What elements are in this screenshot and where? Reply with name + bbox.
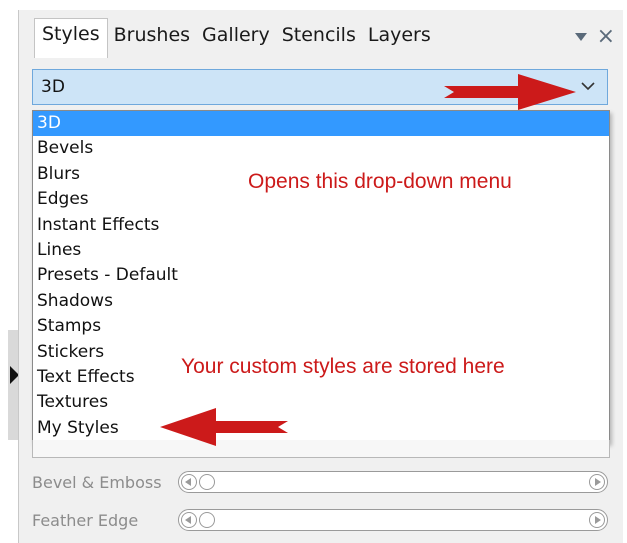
panel-controls: × [574, 26, 615, 48]
chevron-down-icon[interactable] [579, 78, 597, 94]
slider-thumb[interactable] [199, 474, 215, 490]
red-arrow-icon [160, 408, 288, 446]
tab-brushes[interactable]: Brushes [108, 20, 196, 58]
slider-increase-icon[interactable] [589, 512, 605, 528]
panel-left-edge [0, 0, 19, 543]
dropdown-option-lines[interactable]: Lines [33, 238, 609, 263]
red-arrow-icon [444, 74, 576, 110]
slider-label: Feather Edge [32, 510, 139, 530]
tab-gallery[interactable]: Gallery [196, 20, 276, 58]
slider-decrease-icon[interactable] [181, 474, 197, 490]
slider-increase-icon[interactable] [589, 474, 605, 490]
tab-layers[interactable]: Layers [362, 20, 437, 58]
slider-thumb[interactable] [199, 512, 215, 528]
dropdown-option-stamps[interactable]: Stamps [33, 314, 609, 339]
annotation-opens-menu: Opens this drop-down menu [248, 170, 512, 193]
dropdown-option-bevels[interactable]: Bevels [33, 136, 609, 161]
slider-track[interactable] [178, 471, 608, 493]
slider-row-bevel-emboss: Bevel & Emboss [32, 469, 608, 495]
slider-row-feather-edge: Feather Edge [32, 507, 608, 533]
slider-decrease-icon[interactable] [181, 512, 197, 528]
tab-stencils[interactable]: Stencils [276, 20, 362, 58]
dropdown-option-3d[interactable]: 3D [33, 111, 609, 137]
dropdown-option-my-styles[interactable]: My Styles [33, 416, 609, 441]
tab-styles[interactable]: Styles [34, 18, 108, 58]
dropdown-option-presets-default[interactable]: Presets - Default [33, 263, 609, 288]
triangle-down-icon[interactable] [574, 33, 587, 41]
slider-label: Bevel & Emboss [32, 472, 162, 492]
category-selected-value: 3D [41, 77, 65, 97]
dropdown-option-textures[interactable]: Textures [33, 390, 609, 415]
dropdown-option-instant-effects[interactable]: Instant Effects [33, 213, 609, 238]
close-icon[interactable]: × [597, 26, 615, 48]
annotation-custom-styles: Your custom styles are stored here [181, 355, 505, 378]
category-dropdown-list: 3D Bevels Blurs Edges Instant Effects Li… [32, 110, 610, 443]
left-scroll-area [8, 330, 18, 440]
styles-thumbnail-strip [32, 440, 610, 458]
panel-tab-bar: Styles Brushes Gallery Stencils Layers [34, 18, 437, 58]
dropdown-option-shadows[interactable]: Shadows [33, 289, 609, 314]
slider-track[interactable] [178, 509, 608, 531]
